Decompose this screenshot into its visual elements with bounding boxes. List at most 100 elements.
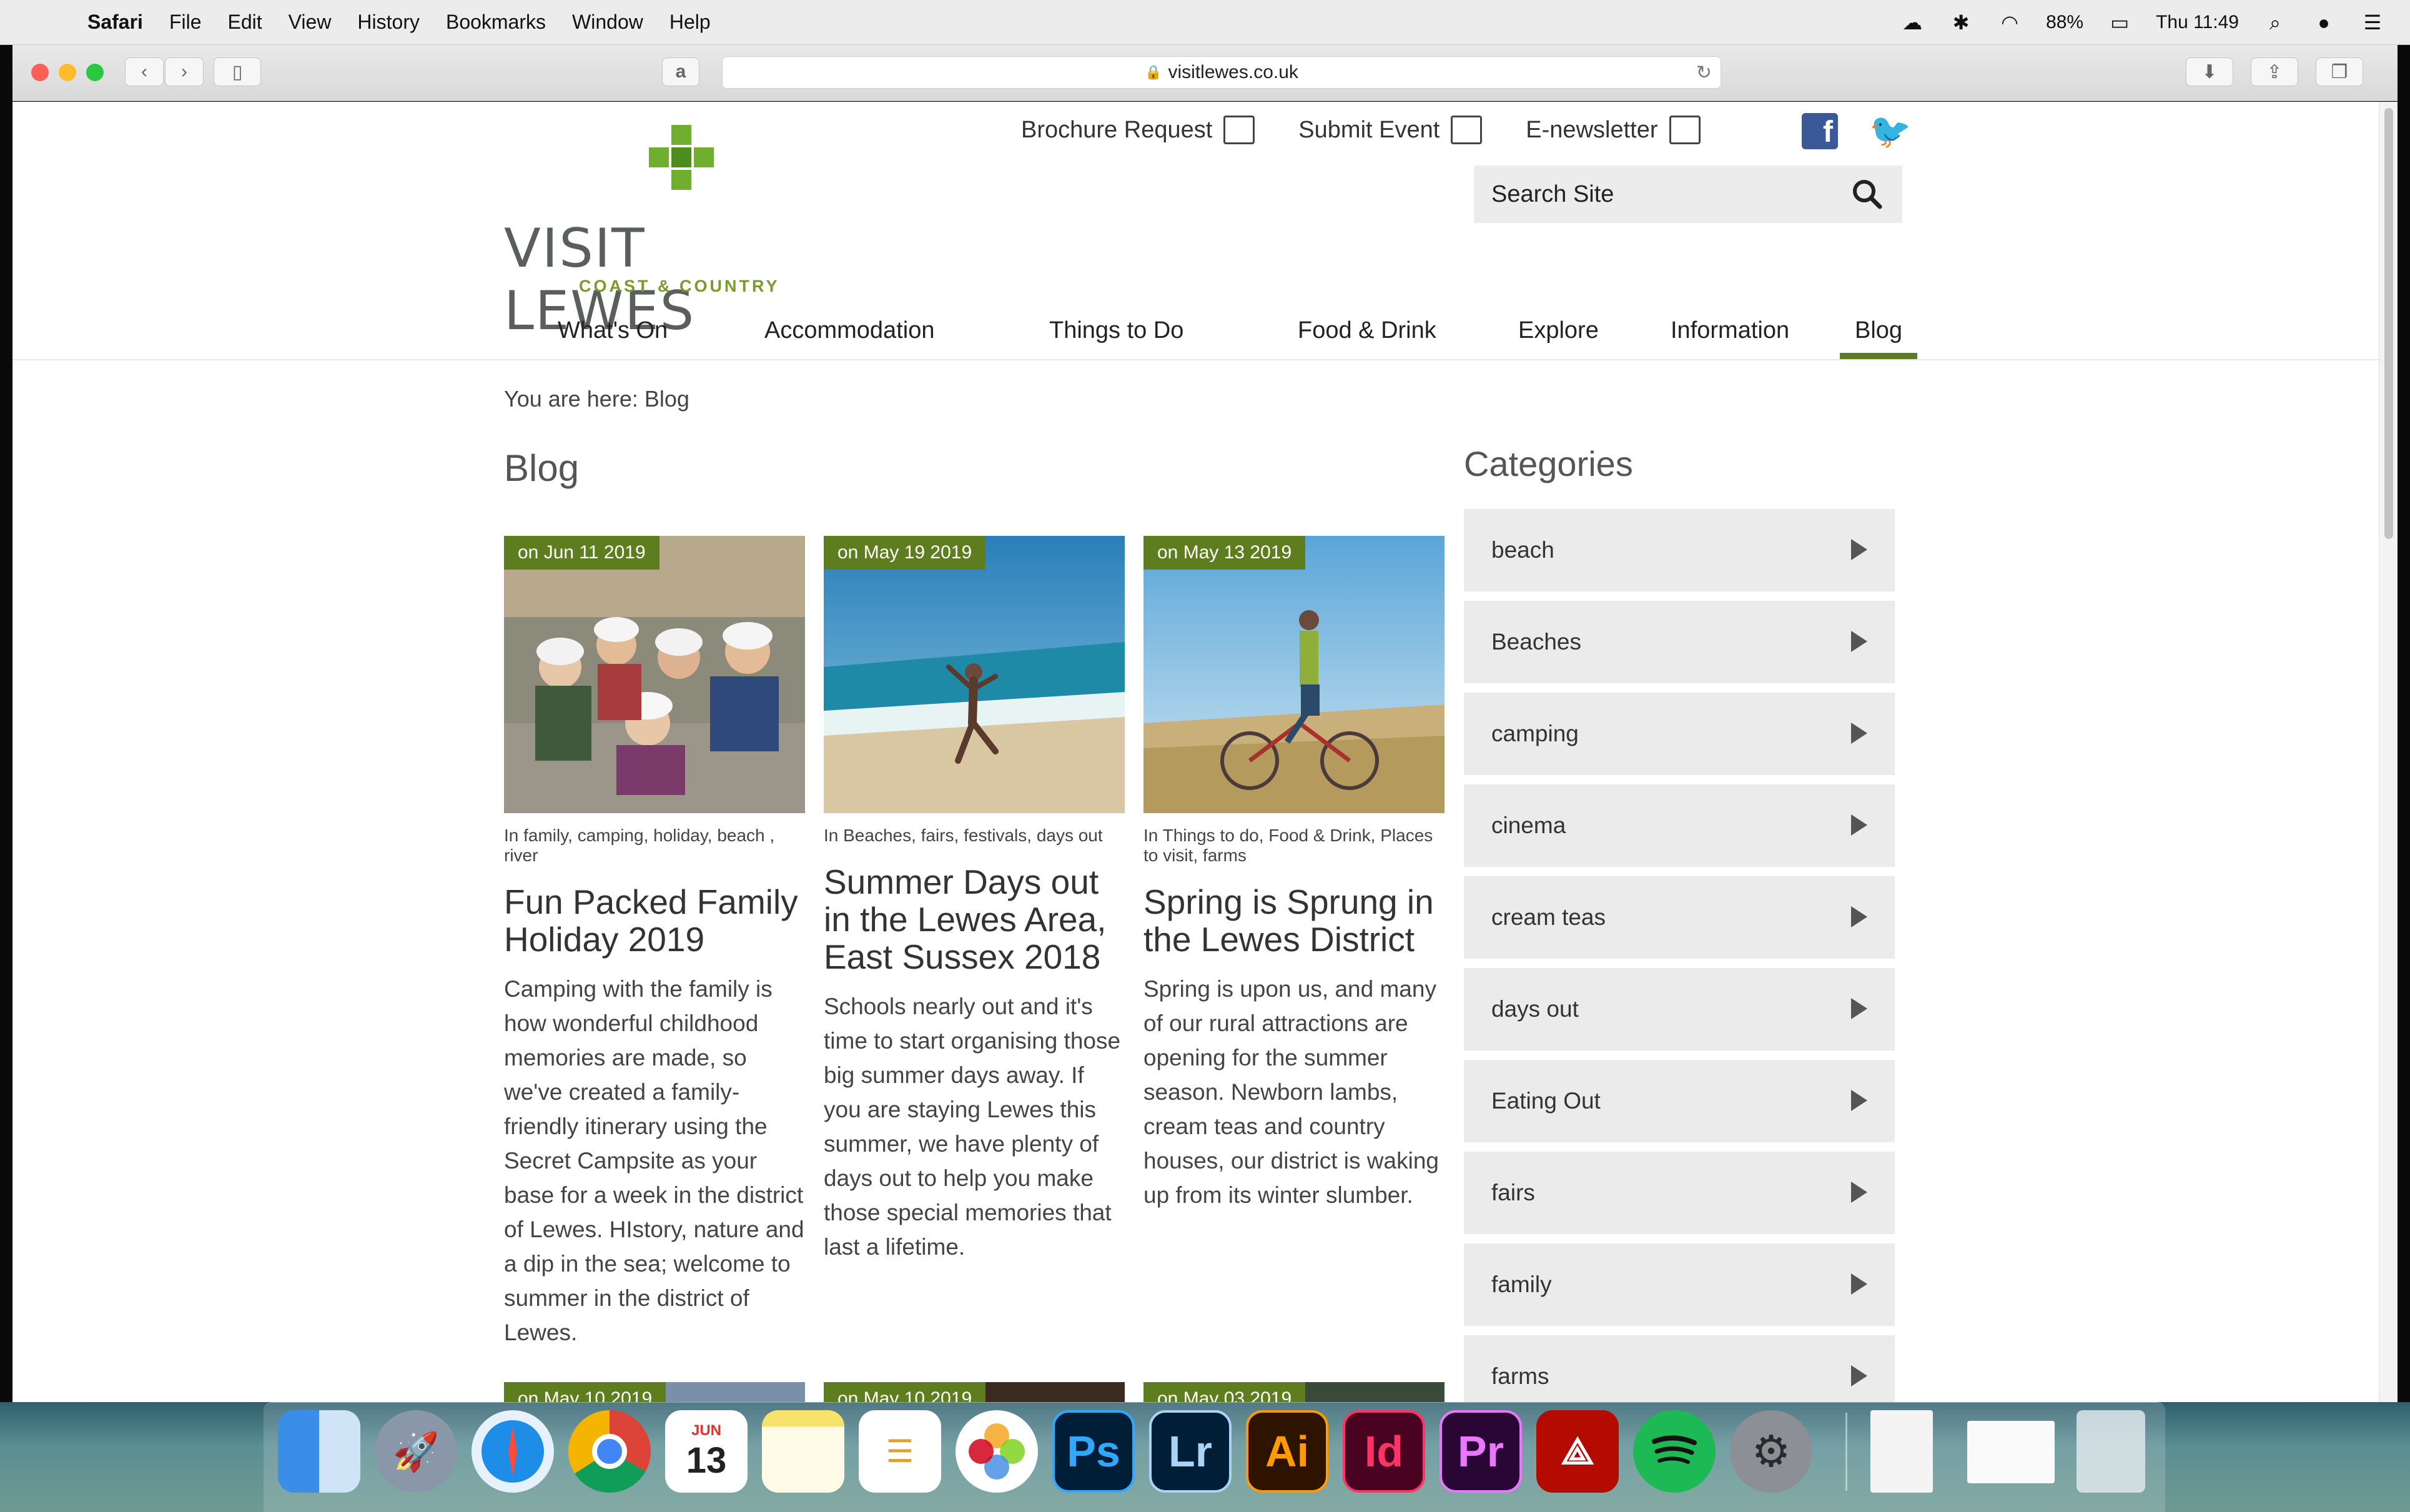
zoom-window-button[interactable]: [86, 64, 104, 81]
reminders-icon[interactable]: ☰: [859, 1410, 941, 1493]
clock[interactable]: Thu 11:49: [2156, 12, 2239, 33]
post-title[interactable]: Spring is Sprung in the Lewes District: [1143, 883, 1445, 958]
category-label: beach: [1491, 537, 1554, 563]
menu-help[interactable]: Help: [669, 11, 711, 34]
indesign-icon[interactable]: Id: [1343, 1410, 1425, 1493]
minimize-window-button[interactable]: [59, 64, 76, 81]
notification-center-icon[interactable]: ☰: [2360, 11, 2385, 34]
post-image-spring-cyclist[interactable]: on May 13 2019: [1143, 536, 1445, 813]
blog-post-card-partial[interactable]: on May 10 2019: [504, 1382, 805, 1402]
launchpad-icon[interactable]: 🚀: [375, 1410, 457, 1493]
utility-links: Brochure Request Submit Event E-newslett…: [1021, 116, 1744, 144]
facebook-icon[interactable]: f: [1802, 113, 1838, 149]
category-beaches[interactable]: Beaches: [1464, 601, 1895, 683]
battery-percent[interactable]: 88%: [2046, 12, 2083, 33]
enewsletter-link[interactable]: E-newsletter: [1526, 116, 1701, 144]
sidebar-toggle-button[interactable]: ▯: [214, 57, 261, 86]
spotlight-search-icon[interactable]: ⌕: [2263, 11, 2288, 34]
post-title[interactable]: Fun Packed Family Holiday 2019: [504, 883, 805, 958]
nav-food-drink[interactable]: Food & Drink: [1298, 302, 1436, 359]
downloads-stack-icon[interactable]: [1967, 1421, 2055, 1483]
site-logo[interactable]: VISIT LEWES COAST & COUNTRY: [504, 124, 854, 342]
nav-things-to-do[interactable]: Things to Do: [1049, 302, 1183, 359]
site-search[interactable]: Search Site: [1474, 166, 1902, 223]
category-days-out[interactable]: days out: [1464, 968, 1895, 1050]
illustrator-icon[interactable]: Ai: [1246, 1410, 1328, 1493]
triangle-right-icon: [1851, 1090, 1867, 1111]
category-camping[interactable]: camping: [1464, 693, 1895, 775]
spotify-icon[interactable]: [1633, 1410, 1716, 1493]
logo-cross-icon: [649, 125, 714, 190]
menu-bookmarks[interactable]: Bookmarks: [446, 11, 546, 34]
acrobat-icon[interactable]: ⟁: [1536, 1410, 1619, 1493]
notes-icon[interactable]: [762, 1410, 844, 1493]
category-family[interactable]: family: [1464, 1243, 1895, 1326]
siri-icon[interactable]: ●: [2311, 11, 2336, 34]
nav-whats-on[interactable]: What's On: [558, 302, 668, 359]
category-label: days out: [1491, 996, 1579, 1022]
minimized-window-thumbnail[interactable]: [1870, 1410, 1933, 1493]
category-beach[interactable]: beach: [1464, 509, 1895, 591]
nav-information[interactable]: Information: [1671, 302, 1789, 359]
address-bar[interactable]: 🔒 visitlewes.co.uk ↻: [722, 56, 1721, 89]
calendar-icon: [1451, 116, 1483, 144]
lightroom-icon[interactable]: Lr: [1149, 1410, 1232, 1493]
battery-icon[interactable]: ▭: [2107, 11, 2132, 34]
page-scrollbar[interactable]: [2379, 102, 2398, 1402]
forward-button[interactable]: ›: [165, 57, 204, 86]
trash-icon[interactable]: [2077, 1410, 2145, 1493]
system-preferences-icon[interactable]: ⚙: [1730, 1410, 1812, 1493]
wifi-icon[interactable]: ◠: [1997, 11, 2022, 34]
category-farms[interactable]: farms: [1464, 1335, 1895, 1402]
breadcrumb: You are here: Blog: [504, 386, 689, 412]
category-fairs[interactable]: fairs: [1464, 1152, 1895, 1234]
post-tags[interactable]: In Beaches, fairs, festivals, days out: [824, 826, 1125, 846]
photoshop-icon[interactable]: Ps: [1052, 1410, 1135, 1493]
downloads-button[interactable]: ⬇: [2186, 57, 2233, 86]
post-title[interactable]: Summer Days out in the Lewes Area, East …: [824, 863, 1125, 976]
menu-window[interactable]: Window: [572, 11, 643, 34]
blog-post-card-partial[interactable]: on May 03 2019: [1143, 1382, 1445, 1402]
bluetooth-icon[interactable]: ✱: [1948, 11, 1973, 34]
search-input[interactable]: Search Site: [1491, 181, 1849, 208]
nav-blog[interactable]: Blog: [1839, 302, 1918, 359]
menu-view[interactable]: View: [289, 11, 332, 34]
finder-icon[interactable]: [278, 1410, 360, 1493]
amazon-extension-icon[interactable]: a: [662, 57, 699, 86]
post-date: on May 10 2019: [824, 1382, 986, 1402]
post-excerpt: Spring is upon us, and many of our rural…: [1143, 976, 1439, 1208]
premiere-icon[interactable]: Pr: [1440, 1410, 1522, 1493]
post-tags[interactable]: In Things to do, Food & Drink, Places to…: [1143, 826, 1445, 866]
menu-file[interactable]: File: [169, 11, 202, 34]
category-cream-teas[interactable]: cream teas: [1464, 876, 1895, 959]
reload-icon[interactable]: ↻: [1696, 62, 1712, 84]
submit-event-link[interactable]: Submit Event: [1298, 116, 1483, 144]
creative-cloud-icon[interactable]: ☁: [1900, 11, 1925, 34]
twitter-icon[interactable]: 🐦: [1869, 113, 1911, 149]
post-image-beach-runner[interactable]: on May 19 2019: [824, 536, 1125, 813]
submit-event-label: Submit Event: [1298, 116, 1440, 143]
close-window-button[interactable]: [31, 64, 49, 81]
back-button[interactable]: ‹: [125, 57, 164, 86]
category-label: cinema: [1491, 813, 1566, 838]
post-tags[interactable]: In family, camping, holiday, beach , riv…: [504, 826, 805, 866]
blog-post-card-partial[interactable]: on May 10 2019: [824, 1382, 1125, 1402]
category-eating-out[interactable]: Eating Out: [1464, 1060, 1895, 1142]
nav-accommodation[interactable]: Accommodation: [764, 302, 934, 359]
menu-history[interactable]: History: [357, 11, 420, 34]
menu-edit[interactable]: Edit: [228, 11, 262, 34]
nav-explore[interactable]: Explore: [1518, 302, 1599, 359]
category-cinema[interactable]: cinema: [1464, 784, 1895, 867]
calendar-icon[interactable]: JUN 13: [665, 1410, 748, 1493]
share-button[interactable]: ⇪: [2251, 57, 2298, 86]
menu-app-name[interactable]: Safari: [87, 11, 143, 34]
scrollbar-thumb[interactable]: [2384, 108, 2393, 539]
brochure-request-link[interactable]: Brochure Request: [1021, 116, 1255, 144]
search-icon[interactable]: [1849, 175, 1886, 213]
safari-icon[interactable]: [472, 1410, 554, 1493]
post-excerpt: Schools nearly out and it's time to star…: [824, 994, 1121, 1260]
photos-icon[interactable]: [956, 1410, 1038, 1493]
chrome-icon[interactable]: [568, 1410, 651, 1493]
tabs-overview-button[interactable]: ❐: [2316, 57, 2363, 86]
post-image-family-camping[interactable]: on Jun 11 2019: [504, 536, 805, 813]
